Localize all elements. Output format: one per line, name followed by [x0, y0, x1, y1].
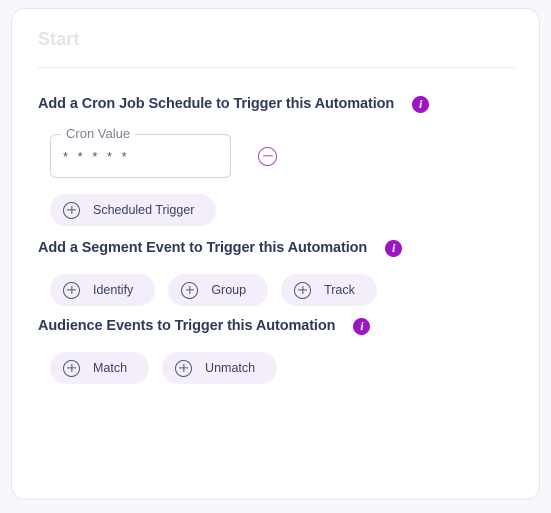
cron-value-input[interactable]: * * * * * [63, 134, 130, 178]
pill-label: Scheduled Trigger [93, 203, 195, 217]
audience-section-title: Audience Events to Trigger this Automati… [38, 318, 336, 334]
segment-event-section: Add a Segment Event to Trigger this Auto… [38, 237, 518, 306]
plus-circle-icon [63, 281, 80, 299]
info-icon[interactable]: i [353, 317, 371, 335]
cron-value-row: Cron Value * * * * * [50, 126, 518, 178]
cron-value-input-wrap: Cron Value * * * * * [50, 126, 231, 178]
cron-section-header: Add a Cron Job Schedule to Trigger this … [38, 93, 518, 115]
start-label: Start [38, 29, 80, 49]
plus-circle-icon [63, 359, 80, 377]
automation-start-card: Start Add a Cron Job Schedule to Trigger… [11, 8, 540, 500]
segment-section-title: Add a Segment Event to Trigger this Auto… [38, 240, 368, 256]
group-event-button[interactable]: Group [168, 274, 269, 306]
match-event-button[interactable]: Match [50, 352, 150, 384]
unmatch-event-button[interactable]: Unmatch [162, 352, 278, 384]
plus-circle-icon [63, 201, 80, 219]
plus-circle-icon [175, 359, 193, 377]
identify-event-button[interactable]: Identify [50, 274, 156, 306]
info-icon[interactable]: i [385, 239, 403, 257]
header-divider [38, 67, 515, 68]
track-event-button[interactable]: Track [281, 274, 377, 306]
audience-event-section: Audience Events to Trigger this Automati… [38, 315, 518, 384]
cron-section-title: Add a Cron Job Schedule to Trigger this … [38, 96, 395, 112]
pill-label: Unmatch [205, 361, 256, 375]
pill-label: Identify [93, 283, 134, 297]
pill-label: Group [211, 283, 247, 297]
audience-section-header: Audience Events to Trigger this Automati… [38, 315, 518, 337]
cron-pill-row: Scheduled Trigger [50, 194, 518, 226]
cron-trigger-section: Add a Cron Job Schedule to Trigger this … [38, 93, 518, 226]
minus-circle-icon[interactable] [258, 146, 277, 166]
pill-label: Track [324, 283, 355, 297]
scheduled-trigger-button[interactable]: Scheduled Trigger [50, 194, 217, 226]
audience-pill-row: Match Unmatch [50, 352, 518, 384]
plus-circle-icon [181, 281, 199, 299]
pill-label: Match [93, 361, 128, 375]
segment-pill-row: Identify Group Track [50, 274, 518, 306]
segment-section-header: Add a Segment Event to Trigger this Auto… [38, 237, 518, 259]
info-icon[interactable]: i [412, 95, 430, 113]
plus-circle-icon [294, 281, 312, 299]
